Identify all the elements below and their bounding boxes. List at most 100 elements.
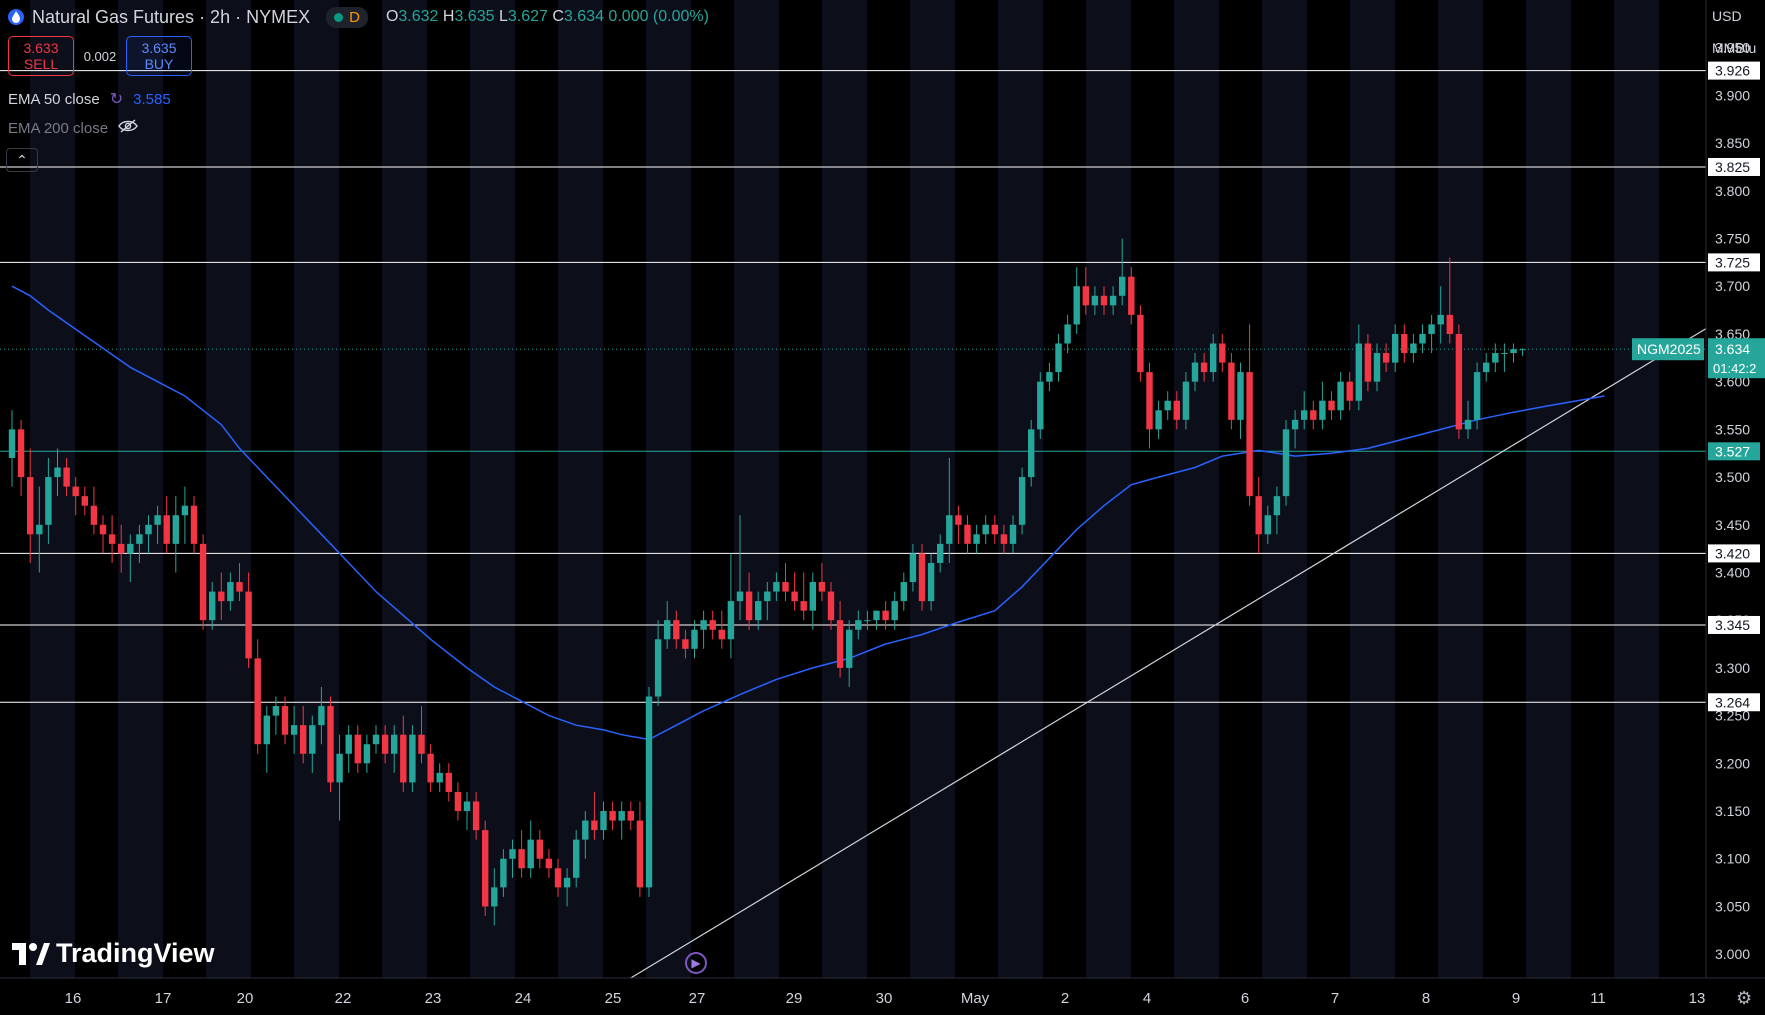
- candle: [518, 830, 525, 878]
- symbol-title[interactable]: Natural Gas Futures · 2h · NYMEX: [32, 7, 310, 28]
- trade-panel: 3.633 SELL 0.002 3.635 BUY: [8, 36, 192, 76]
- candle-body: [545, 858, 553, 869]
- candle-body: [1437, 314, 1444, 325]
- candle: [254, 639, 261, 754]
- candle: [482, 820, 489, 916]
- currency-label[interactable]: USD: [1712, 8, 1742, 24]
- candle: [1410, 333, 1417, 363]
- session-band: [206, 0, 251, 978]
- candle: [727, 553, 735, 659]
- candle: [1164, 391, 1171, 420]
- candle-body: [1419, 333, 1426, 344]
- candle-body: [782, 582, 789, 592]
- session-band: [1438, 0, 1483, 978]
- session-band: [646, 0, 691, 978]
- candle: [700, 610, 707, 649]
- candle-body: [1282, 429, 1290, 497]
- candle-body: [1364, 343, 1372, 382]
- level-price-label: 3.345: [1715, 617, 1750, 633]
- brand-name: TradingView: [56, 938, 215, 968]
- time-tick-label: 7: [1331, 990, 1339, 1007]
- candle-body: [309, 725, 316, 754]
- candle-body: [1273, 496, 1281, 516]
- candle-body: [827, 591, 835, 621]
- time-tick-label: 29: [786, 990, 803, 1007]
- time-tick-label: 25: [605, 990, 622, 1007]
- candle-body: [45, 477, 52, 525]
- gear-icon[interactable]: ⚙: [1736, 988, 1752, 1009]
- candle-body: [1155, 410, 1162, 430]
- collapse-legend-button[interactable]: ⌃: [6, 148, 38, 172]
- candle: [181, 486, 189, 544]
- candle-body: [1446, 314, 1453, 334]
- candle: [372, 725, 380, 754]
- candle: [891, 591, 898, 630]
- session-band: [1614, 0, 1659, 978]
- price-chart[interactable]: 3.0003.0503.1003.1503.2003.2503.3003.350…: [0, 0, 1765, 1015]
- candle: [1492, 343, 1499, 373]
- candle-body: [900, 582, 907, 602]
- price-tick-label: 3.750: [1715, 231, 1750, 247]
- time-tick-label: May: [961, 990, 990, 1007]
- time-axis: 16 17 20 22 23 24 25 27 29 30 May 2 4 6 7 8 9 11 13: [0, 977, 1765, 1015]
- candle-body: [1200, 362, 1208, 373]
- eye-hidden-icon[interactable]: [118, 119, 138, 137]
- price-tick-label: 3.550: [1715, 421, 1750, 437]
- candle: [436, 763, 443, 792]
- candle-body: [691, 629, 698, 649]
- candle: [263, 706, 270, 773]
- candle: [1028, 419, 1035, 487]
- candle-body: [99, 524, 107, 535]
- candle-body: [1128, 276, 1135, 315]
- session-band: [822, 0, 867, 978]
- candle-body: [1146, 372, 1153, 430]
- candle-body: [263, 715, 270, 745]
- candle-body: [154, 515, 161, 525]
- candle: [709, 610, 716, 640]
- price-tick-label: 3.300: [1715, 660, 1750, 676]
- price-tick-label: 3.800: [1715, 183, 1750, 199]
- candle-body: [1055, 343, 1062, 373]
- candle-body: [618, 811, 625, 821]
- candle: [108, 515, 116, 563]
- candle-body: [536, 839, 543, 859]
- candle: [1137, 305, 1144, 382]
- level-price-label: 3.264: [1715, 694, 1750, 710]
- unit-label[interactable]: MMBtu: [1712, 40, 1756, 56]
- price-tick-label: 3.700: [1715, 278, 1750, 294]
- candle-body: [409, 734, 416, 783]
- candle-body: [1228, 362, 1235, 420]
- candle-body: [63, 467, 70, 487]
- candle-body: [1392, 333, 1399, 363]
- market-status[interactable]: D: [326, 6, 368, 28]
- candle-body: [1028, 429, 1035, 478]
- candle: [199, 534, 207, 630]
- candle: [190, 496, 198, 554]
- candle-body: [955, 515, 962, 525]
- candle-body: [1346, 381, 1353, 401]
- candle-body: [927, 562, 935, 602]
- bar-countdown: 01:42:2: [1713, 361, 1756, 376]
- candle-body: [8, 429, 16, 458]
- loading-icon: ↻: [109, 91, 124, 108]
- jump-to-realtime-icon[interactable]: ▶: [685, 952, 707, 974]
- candle-body: [755, 601, 762, 621]
- indicator-ema50[interactable]: EMA 50 close ↻ 3.585: [8, 89, 171, 109]
- candle-body: [627, 811, 634, 821]
- candle: [1501, 343, 1508, 373]
- candle: [536, 830, 543, 869]
- candle-body: [81, 496, 88, 506]
- candle: [1310, 400, 1317, 430]
- candle-body: [773, 582, 780, 592]
- candle-body: [1410, 343, 1417, 354]
- candle-body: [181, 505, 189, 516]
- candle-body: [946, 515, 953, 544]
- buy-label: BUY: [144, 56, 174, 72]
- buy-button[interactable]: 3.635 BUY: [126, 36, 192, 76]
- indicator-ema200[interactable]: EMA 200 close: [8, 119, 138, 137]
- sell-button[interactable]: 3.633 SELL: [8, 36, 74, 76]
- candle-body: [891, 601, 898, 621]
- candle-body: [1246, 372, 1253, 497]
- candle: [1228, 353, 1235, 430]
- candle-body: [855, 620, 862, 630]
